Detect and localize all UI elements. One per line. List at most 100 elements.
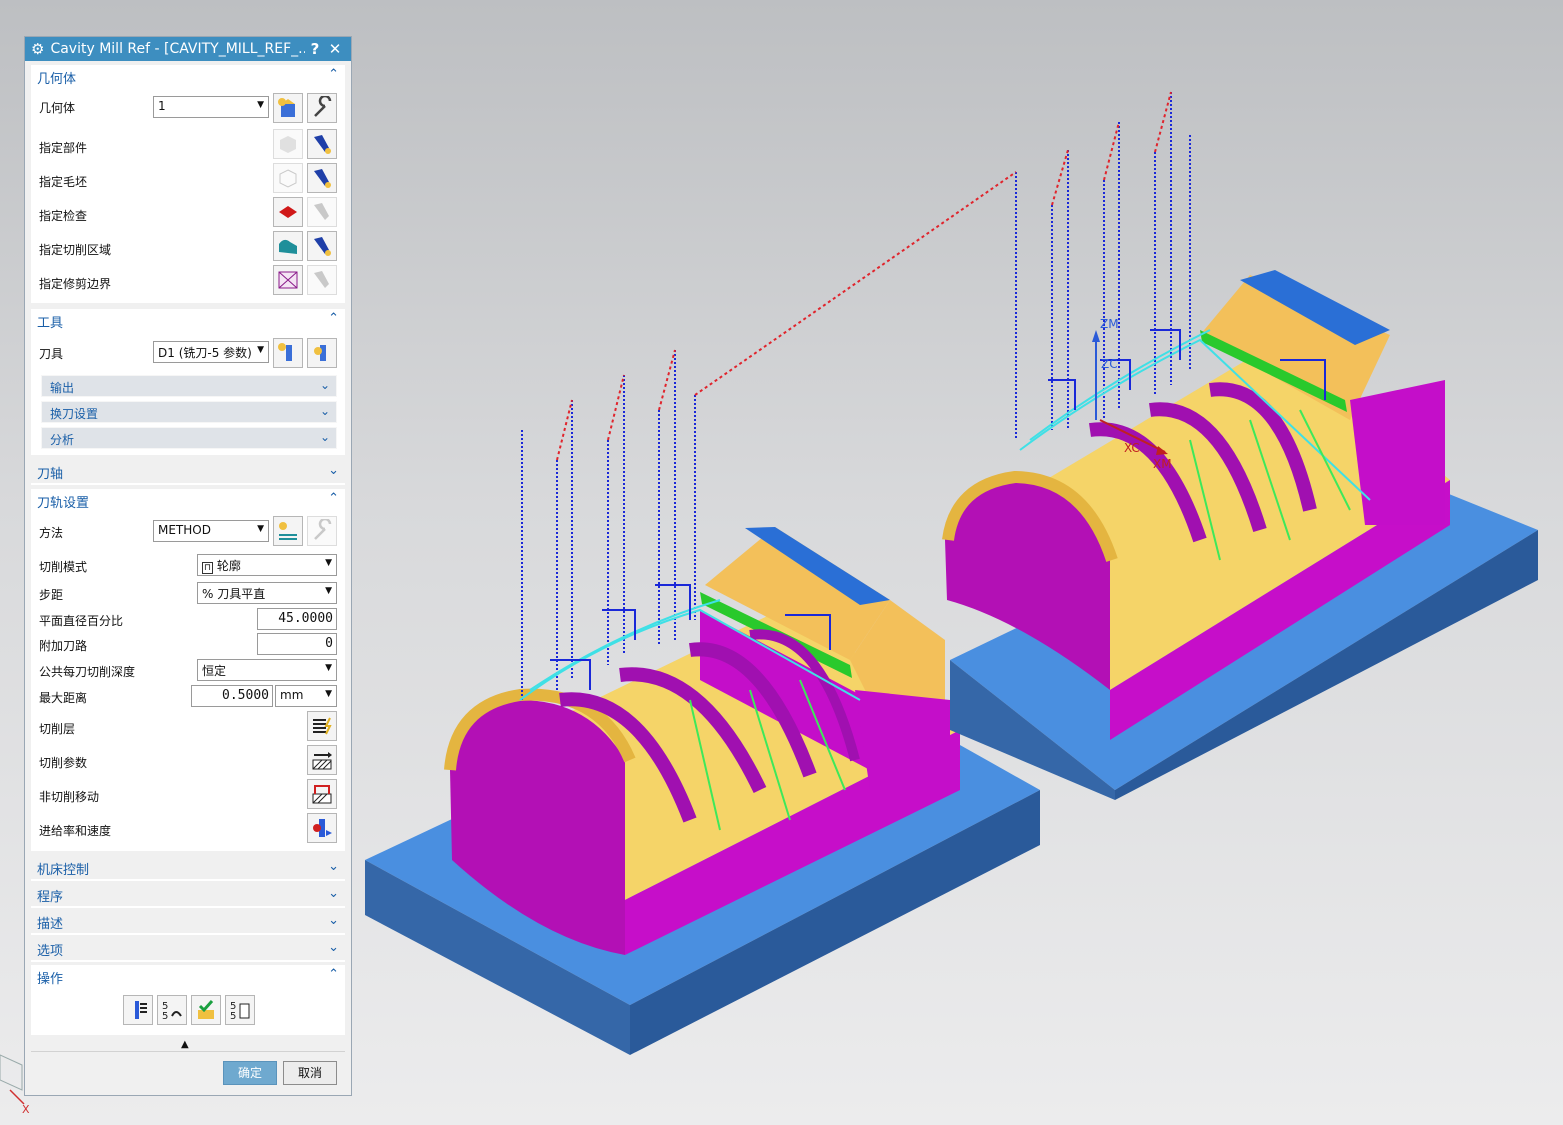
max-distance-unit: mm [280,688,304,702]
description-section: 描述 ⌄ [31,911,345,935]
cut-pattern-select[interactable]: ⊓ 轮廓 ▼ [197,554,337,576]
chevron-up-icon[interactable]: ⌃ [328,67,339,82]
dropdown-arrow-icon: ▼ [325,586,332,596]
ok-button[interactable]: 确定 [223,1061,277,1085]
trim-boundary-icon [278,271,298,289]
edit-geometry-button[interactable] [307,93,337,123]
tool-axis-section-header[interactable]: 刀轴 ⌄ [31,461,345,485]
cut-pattern-label: 切削模式 [39,560,88,574]
tool-section: 工具 ⌃ 刀具 D1 (铣刀-5 参数) ▼ 输出 ⌄ 换刀设置 ⌄ 分析 ⌄ [31,309,345,455]
dropdown-arrow-icon: ▼ [257,100,264,110]
specify-part-button[interactable] [273,129,303,159]
tool-select-value: D1 (铣刀-5 参数) [158,346,252,360]
new-geometry-button[interactable] [273,93,303,123]
svg-text:5: 5 [162,1011,168,1022]
output-subsection[interactable]: 输出 ⌄ [41,375,337,397]
max-distance-input[interactable]: 0.5000 [191,685,273,707]
settings-gear-icon[interactable]: ⚙ [31,40,44,58]
machine-control-header[interactable]: 机床控制 ⌄ [31,857,345,881]
program-header[interactable]: 程序 ⌄ [31,884,345,908]
path-settings-section-header[interactable]: 刀轨设置 ⌃ [31,489,345,513]
additional-passes-input[interactable]: 0 [257,633,337,655]
display-blank-button[interactable] [307,163,337,193]
profile-pattern-icon: ⊓ [202,562,214,574]
tool-change-subsection[interactable]: 换刀设置 ⌄ [41,401,337,423]
help-button[interactable]: ? [305,40,325,58]
additional-passes-label: 附加刀路 [39,639,88,653]
cut-pattern-value: 轮廓 [216,559,241,573]
cutting-params-button[interactable] [307,745,337,775]
chevron-down-icon: ⌄ [319,430,330,444]
geometry-section-header[interactable]: 几何体 ⌃ [31,65,345,89]
specify-cut-area-button[interactable] [273,231,303,261]
chevron-down-icon[interactable]: ⌄ [328,859,339,874]
specify-check-label: 指定检查 [39,209,88,223]
axis-label-xm: XM [1153,457,1172,471]
feeds-speeds-button[interactable] [307,813,337,843]
chevron-down-icon[interactable]: ⌄ [328,940,339,955]
dropdown-arrow-icon: ▼ [325,689,332,699]
chevron-down-icon[interactable]: ⌄ [328,913,339,928]
dialog-titlebar[interactable]: ⚙ Cavity Mill Ref - [CAVITY_MILL_REF_...… [25,37,351,61]
options-header[interactable]: 选项 ⌄ [31,938,345,962]
cancel-button[interactable]: 取消 [283,1061,337,1085]
display-part-button[interactable] [307,129,337,159]
non-cutting-moves-icon [312,785,332,804]
blank-wireframe-icon [279,169,297,188]
cutting-params-icon [312,752,332,770]
display-trim-boundary-button[interactable] [307,265,337,295]
stepover-select[interactable]: % 刀具平直 ▼ [197,582,337,604]
method-select[interactable]: METHOD ▼ [153,520,269,542]
cavity-mill-dialog: ⚙ Cavity Mill Ref - [CAVITY_MILL_REF_...… [24,36,352,1096]
collapse-arrow-icon[interactable]: ▲ [181,1039,189,1050]
generate-toolpath-button[interactable] [123,995,153,1025]
new-tool-button[interactable] [273,338,303,368]
specify-trim-boundary-button[interactable] [273,265,303,295]
edit-tool-button[interactable] [307,338,337,368]
chevron-down-icon[interactable]: ⌄ [328,886,339,901]
depth-per-cut-select[interactable]: 恒定 ▼ [197,659,337,681]
flat-diameter-label: 平面直径百分比 [39,614,124,628]
cut-levels-icon [313,717,332,735]
flashlight-icon [314,203,329,220]
description-header[interactable]: 描述 ⌄ [31,911,345,935]
analysis-subsection[interactable]: 分析 ⌄ [41,427,337,449]
chevron-up-icon[interactable]: ⌃ [328,491,339,506]
list-toolpath-button[interactable]: 55 [225,995,255,1025]
close-button[interactable]: ✕ [325,40,345,58]
tool-section-header[interactable]: 工具 ⌃ [31,309,345,333]
tool-change-label: 换刀设置 [50,407,99,421]
display-cut-area-button[interactable] [307,231,337,261]
axis-label-xc: XC [1124,441,1140,455]
chevron-up-icon[interactable]: ⌃ [328,311,339,326]
new-method-button[interactable] [273,516,303,546]
options-title: 选项 [37,943,64,959]
depth-per-cut-label: 公共每刀切削深度 [39,665,136,679]
chevron-down-icon[interactable]: ⌄ [328,463,339,478]
actions-section: 操作 ⌃ 55 55 [31,965,345,1035]
depth-per-cut-value: 恒定 [202,664,227,678]
specify-cut-area-label: 指定切削区域 [39,243,112,257]
replay-toolpath-button[interactable]: 55 [157,995,187,1025]
actions-section-header[interactable]: 操作 ⌃ [31,965,345,989]
cut-levels-button[interactable] [307,711,337,741]
tool-select[interactable]: D1 (铣刀-5 参数) ▼ [153,341,269,363]
geometry-label: 几何体 [39,101,76,115]
chevron-up-icon[interactable]: ⌃ [328,967,339,982]
check-geometry-icon [279,206,297,218]
geometry-select-value: 1 [158,99,166,113]
triad-x-label: X [22,1103,30,1116]
specify-check-button[interactable] [273,197,303,227]
flat-diameter-input[interactable]: 45.0000 [257,608,337,630]
non-cutting-moves-button[interactable] [307,779,337,809]
max-distance-unit-select[interactable]: mm ▼ [275,685,337,707]
specify-blank-button[interactable] [273,163,303,193]
edit-method-button[interactable] [307,516,337,546]
geometry-select[interactable]: 1 ▼ [153,96,269,118]
verify-toolpath-button[interactable] [191,995,221,1025]
display-check-button[interactable] [307,197,337,227]
dropdown-arrow-icon: ▼ [257,345,264,355]
footer-divider [31,1051,345,1052]
feeds-speeds-icon [313,819,332,837]
program-section: 程序 ⌄ [31,884,345,908]
